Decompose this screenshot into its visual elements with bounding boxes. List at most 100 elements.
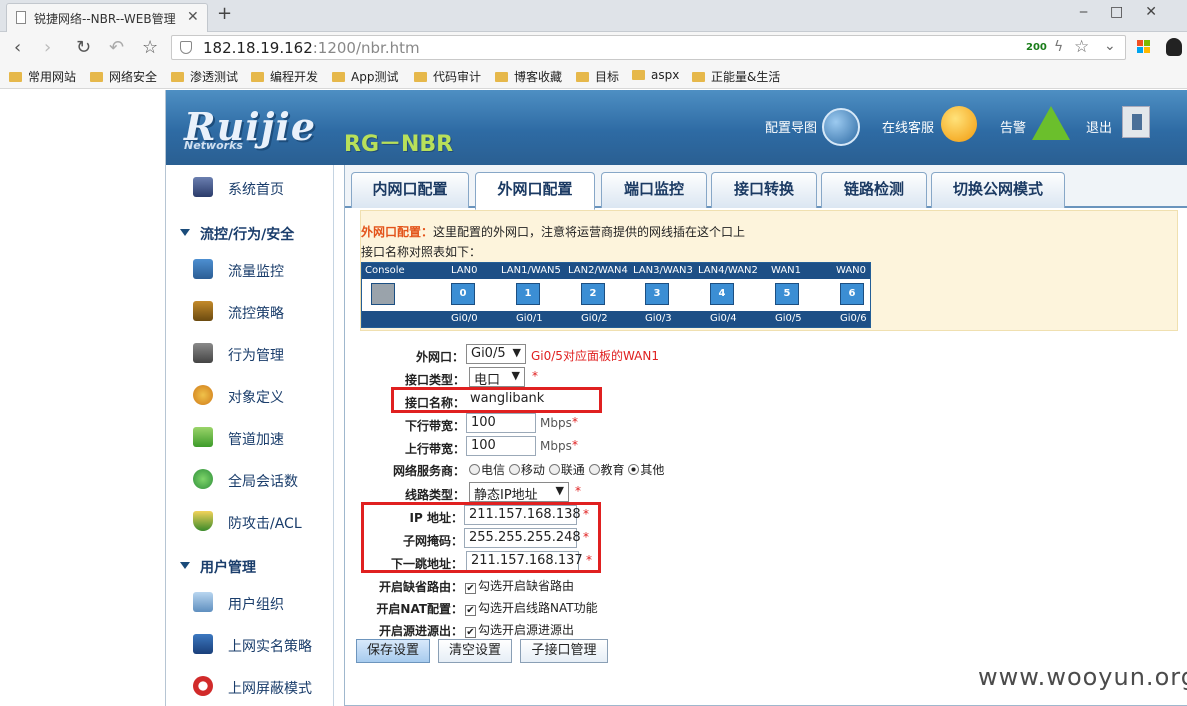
- bookmark-folder[interactable]: aspx: [632, 68, 679, 82]
- reload-icon[interactable]: ↻: [76, 37, 91, 58]
- config-guide-link[interactable]: 配置导图: [765, 117, 817, 136]
- tab-title: 锐捷网络--NBR--WEB管理: [34, 12, 176, 26]
- bookmark-folder[interactable]: 渗透测试: [171, 68, 238, 85]
- tab-wan-config[interactable]: 外网口配置: [475, 172, 595, 210]
- sidebar-item-flow-policy[interactable]: 流控策略: [166, 297, 334, 327]
- sidebar-item-behavior[interactable]: 行为管理: [166, 339, 334, 369]
- browser-tab[interactable]: 锐捷网络--NBR--WEB管理 ✕: [6, 3, 208, 32]
- sidebar-item-acl[interactable]: 防攻击/ACL: [166, 507, 334, 537]
- wan-label: 外网口：: [415, 350, 464, 364]
- wan-port-select[interactable]: Gi0/5 ▼: [466, 344, 526, 364]
- sidebar-item-home[interactable]: 系统首页: [166, 173, 334, 203]
- sidebar-item-pipe-accel[interactable]: 管道加速: [166, 423, 334, 453]
- console-port-icon: c: [371, 283, 395, 305]
- radio-label: 教育: [600, 463, 625, 477]
- favorite-icon[interactable]: ☆: [142, 37, 158, 58]
- wan-note: Gi0/5对应面板的WAN1: [531, 349, 659, 363]
- alarm-icon[interactable]: [1032, 106, 1070, 140]
- forward-icon[interactable]: ›: [44, 37, 51, 58]
- undo-icon[interactable]: ↶: [109, 37, 124, 58]
- bookmark-folder[interactable]: 目标: [576, 68, 619, 85]
- bookmark-label: 常用网站: [28, 70, 77, 84]
- isp-radio-group: 电信 移动 联通 教育 其他: [469, 461, 664, 478]
- sidebar-group-label: 用户管理: [200, 560, 256, 576]
- lightning-icon[interactable]: ϟ: [1054, 39, 1063, 55]
- bookmark-folder[interactable]: 网络安全: [90, 68, 157, 85]
- radio-icon: [588, 464, 600, 475]
- clear-button[interactable]: 清空设置: [438, 639, 512, 663]
- apps-icon[interactable]: [1137, 40, 1151, 54]
- tab-public-mode[interactable]: 切换公网模式: [931, 172, 1065, 208]
- online-support-link[interactable]: 在线客服: [882, 117, 934, 136]
- tab-link-detect[interactable]: 链路检测: [821, 172, 927, 208]
- isp-row: 网络服务商：: [345, 458, 465, 480]
- ethernet-port-icon: 0: [451, 283, 475, 305]
- sidebar-item-sessions[interactable]: 全局会话数: [166, 465, 334, 495]
- required-mark: *: [572, 415, 578, 429]
- bookmark-folder[interactable]: App测试: [332, 68, 398, 85]
- chevron-down-icon[interactable]: ⌄: [1104, 38, 1116, 54]
- sidebar-item-block-mode[interactable]: 上网屏蔽模式: [166, 672, 334, 702]
- isp-radio-edu[interactable]: 教育: [588, 463, 625, 477]
- down-bandwidth-input[interactable]: 100: [466, 413, 536, 433]
- sidebar-item-traffic-monitor[interactable]: 流量监控: [166, 255, 334, 285]
- tab-port-convert[interactable]: 接口转换: [711, 172, 817, 208]
- isp-radio-mobile[interactable]: 移动: [508, 463, 545, 477]
- address-bar[interactable]: 182.18.19.162:1200/nbr.htm 200 ϟ ☆ ⌄: [171, 35, 1126, 60]
- sub-interface-button[interactable]: 子接口管理: [520, 639, 608, 663]
- close-tab-icon[interactable]: ✕: [187, 9, 199, 25]
- sidebar-item-label: 流控策略: [228, 306, 284, 322]
- smiley-support-icon[interactable]: [941, 106, 977, 142]
- bookmark-folder[interactable]: 编程开发: [251, 68, 318, 85]
- bookmark-label: 渗透测试: [190, 70, 239, 84]
- browser-tab-bar: 锐捷网络--NBR--WEB管理 ✕ + ‒□✕: [0, 0, 1187, 32]
- sidebar-item-objects[interactable]: 对象定义: [166, 381, 334, 411]
- up-bandwidth-input[interactable]: 100: [466, 436, 536, 456]
- highlight-box: [361, 502, 601, 573]
- interface-type-select[interactable]: 电口 ▼: [469, 367, 525, 388]
- bookmark-folder[interactable]: 常用网站: [9, 68, 76, 85]
- isp-radio-other[interactable]: 其他: [628, 463, 664, 477]
- id-card-icon: [193, 634, 213, 654]
- qq-icon[interactable]: [1166, 38, 1182, 56]
- bookmark-star-icon[interactable]: ☆: [1074, 37, 1089, 57]
- logout-link[interactable]: 退出: [1086, 117, 1112, 136]
- sidebar-item-user-org[interactable]: 用户组织: [166, 588, 334, 618]
- sidebar-item-label: 上网实名策略: [228, 639, 312, 655]
- back-icon[interactable]: ‹: [14, 37, 21, 58]
- status-code: 200: [1026, 42, 1047, 53]
- ethernet-port-icon: 5: [775, 283, 799, 305]
- ethernet-port-icon: 6: [840, 283, 864, 305]
- default-route-checkbox[interactable]: ✔ 勾选开启缺省路由: [465, 577, 574, 594]
- tab-port-monitor[interactable]: 端口监控: [601, 172, 707, 208]
- up-row: 上行带宽：: [345, 436, 465, 458]
- sidebar-group-users[interactable]: 用户管理: [166, 554, 334, 578]
- bookmark-label: 网络安全: [109, 70, 158, 84]
- line-type-select[interactable]: 静态IP地址 ▼: [469, 482, 569, 503]
- source-route-checkbox[interactable]: ✔ 勾选开启源进源出: [465, 621, 574, 638]
- bookmark-folder[interactable]: 正能量&生活: [692, 68, 780, 85]
- sidebar-item-label: 系统首页: [228, 182, 284, 198]
- port-label: Gi0/2: [581, 313, 608, 324]
- isp-radio-telecom[interactable]: 电信: [469, 463, 505, 477]
- sidebar-group-security[interactable]: 流控/行为/安全: [166, 221, 334, 245]
- sidebar-item-label: 流量监控: [228, 264, 284, 280]
- new-tab-button[interactable]: +: [217, 3, 232, 24]
- ethernet-port-icon: 1: [516, 283, 540, 305]
- port-map-title: 接口名称对照表如下：: [361, 245, 482, 259]
- nat-checkbox[interactable]: ✔ 勾选开启线路NAT功能: [465, 599, 598, 616]
- sidebar-item-realname[interactable]: 上网实名策略: [166, 630, 334, 660]
- save-button[interactable]: 保存设置: [356, 639, 430, 663]
- sidebar-item-label: 对象定义: [228, 390, 284, 406]
- bookmark-folder[interactable]: 博客收藏: [495, 68, 562, 85]
- alarm-link[interactable]: 告警: [1000, 117, 1026, 136]
- page-icon: [16, 11, 26, 24]
- tab-lan-config[interactable]: 内网口配置: [351, 172, 469, 208]
- url-path: :1200/nbr.htm: [312, 39, 420, 57]
- bookmark-folder[interactable]: 代码审计: [414, 68, 481, 85]
- globe-icon[interactable]: [822, 108, 860, 146]
- logout-icon[interactable]: [1122, 106, 1150, 138]
- window-controls[interactable]: ‒□✕: [1079, 4, 1179, 20]
- isp-radio-unicom[interactable]: 联通: [548, 463, 585, 477]
- required-mark: *: [572, 438, 578, 452]
